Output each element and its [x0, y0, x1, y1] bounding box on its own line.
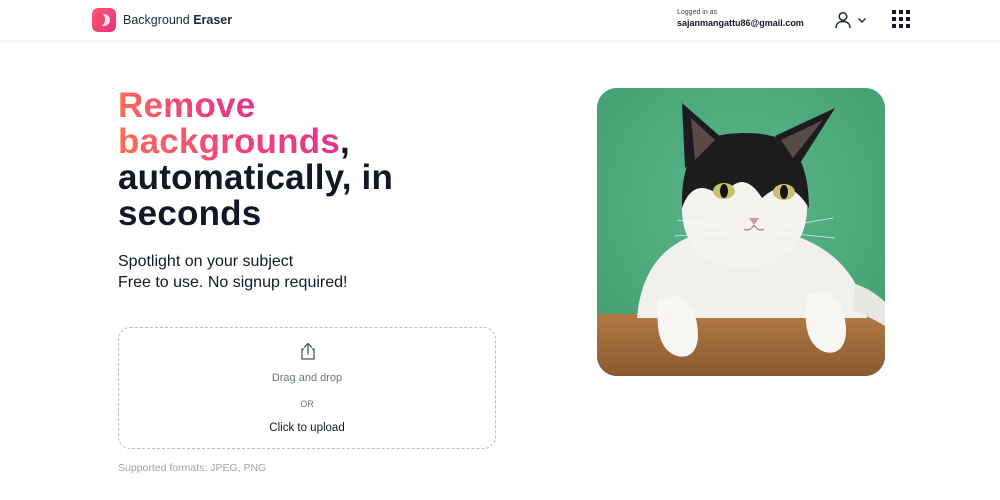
or-divider-text: OR	[300, 399, 314, 409]
hero-headline: Remove backgrounds, automatically, in se…	[118, 88, 498, 232]
subtitle-line1: Spotlight on your subject	[118, 253, 294, 270]
headline-accent-line1: Remove	[118, 86, 256, 125]
drag-and-drop-text: Drag and drop	[271, 372, 343, 384]
brand-name: Background Eraser	[123, 13, 232, 27]
headline-line3: automatically, in	[118, 158, 394, 197]
user-icon	[835, 11, 851, 29]
upload-icon	[301, 342, 315, 360]
apps-grid-icon	[892, 10, 910, 28]
top-header: Background Eraser Logged in as sajanmang…	[0, 0, 1000, 40]
supported-formats-note: Supported formats: JPEG, PNG	[118, 462, 267, 474]
cat-illustration	[597, 88, 885, 376]
headline-accent-line2: backgrounds	[118, 122, 340, 161]
brand-name-bold: Eraser	[193, 13, 233, 27]
apps-menu-button[interactable]	[891, 9, 911, 29]
logged-in-label: Logged in as	[677, 9, 718, 16]
cat-sample-image	[597, 88, 885, 376]
chevron-down-icon	[858, 18, 866, 23]
headline-comma: ,	[339, 122, 350, 161]
brand-name-light: Background	[123, 13, 194, 27]
brand[interactable]: Background Eraser	[92, 7, 232, 33]
login-info: Logged in as sajanmangattu86@gmail.com	[677, 8, 804, 29]
user-email: sajanmangattu86@gmail.com	[677, 18, 804, 28]
subtitle-line2: Free to use. No signup required!	[118, 274, 348, 291]
user-menu-button[interactable]	[834, 10, 868, 30]
hero-subtitle: Spotlight on your subject Free to use. N…	[118, 251, 347, 293]
background-eraser-logo-icon	[92, 8, 116, 32]
click-to-upload-link[interactable]: Click to upload	[119, 422, 495, 434]
headline-line4: seconds	[118, 194, 262, 233]
upload-dropzone[interactable]: Drag and drop OR Click to upload	[118, 327, 496, 449]
